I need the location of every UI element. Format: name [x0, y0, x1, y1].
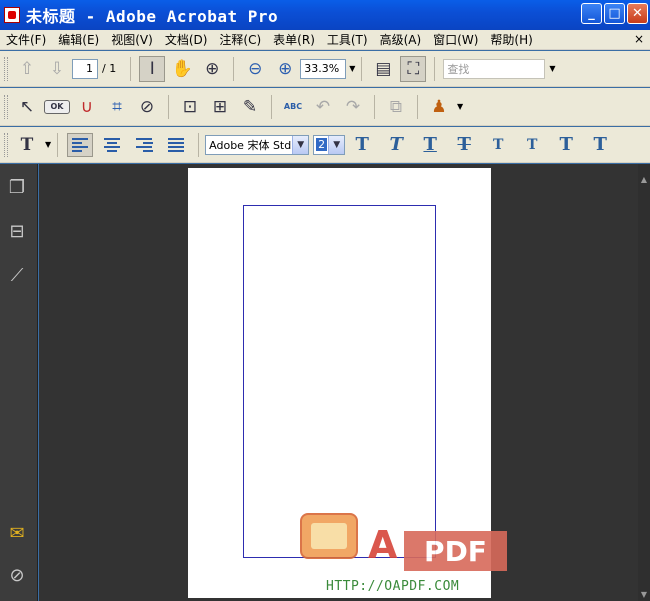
italic-text-icon[interactable]: T	[382, 132, 410, 158]
edit-form-icon[interactable]: ✎	[237, 94, 263, 120]
navigation-panel: ❐ ⊟ ⟋ ✉ ⊘	[0, 164, 38, 601]
align-justify-icon[interactable]	[163, 133, 189, 157]
menu-help[interactable]: 帮助(H)	[484, 31, 538, 48]
zoom-marquee-icon[interactable]: ⊕	[199, 56, 225, 82]
signatures-icon[interactable]: ⟋	[6, 264, 28, 286]
font-size-select[interactable]: 2 ▼	[313, 134, 346, 155]
chevron-down-icon: ▼	[328, 135, 345, 154]
button-tool-icon[interactable]: OK	[44, 94, 70, 120]
comments-icon[interactable]: ✉	[6, 522, 28, 544]
navigation-toolbar: ⇧ ⇩ 1 / 1 I ✋ ⊕ ⊖ ⊕ 33.3% ▼ ▤ ⛶ 查找 ▼	[0, 51, 650, 87]
stamp-dropdown-icon[interactable]: ▼	[457, 102, 463, 111]
find-input[interactable]: 查找	[443, 58, 546, 79]
scroll-up-icon[interactable]: ▲	[638, 172, 650, 186]
touchup-text-icon[interactable]: ∪	[74, 94, 100, 120]
bold-text-icon[interactable]: T	[348, 132, 376, 158]
toolbar-grip[interactable]	[4, 56, 8, 81]
align-center-icon[interactable]	[99, 133, 125, 157]
toolbar-separator	[233, 56, 235, 81]
watermark-url: HTTP://OAPDF.COM	[326, 579, 460, 594]
menu-file[interactable]: 文件(F)	[0, 31, 52, 48]
align-left-icon[interactable]	[67, 132, 94, 157]
menu-tools[interactable]: 工具(T)	[321, 31, 374, 48]
menu-document[interactable]: 文档(D)	[159, 31, 214, 48]
strikethrough-text-icon[interactable]: T	[450, 132, 478, 158]
text-frame[interactable]	[243, 205, 436, 558]
chevron-down-icon: ▼	[292, 135, 309, 154]
folder-icon	[300, 513, 358, 559]
spell-check-icon[interactable]: ABC	[280, 94, 306, 120]
toolbar-grip[interactable]	[4, 132, 8, 157]
zoom-dropdown-icon[interactable]: ▼	[349, 64, 355, 73]
bookmarks-icon[interactable]: ⊟	[6, 220, 28, 242]
text-color-icon[interactable]: T	[14, 132, 40, 158]
window-controls: _ □ ✕	[581, 3, 648, 24]
link-tool-icon[interactable]: ⊘	[134, 94, 160, 120]
forms-toolbar: ↖ OK ∪ ⌗ ⊘ ⊡ ⊞ ✎ ABC ↶ ↷ ⧉ ♟ ▼	[0, 88, 650, 126]
toolbar-separator	[434, 56, 436, 81]
menu-advanced[interactable]: 高级(A)	[374, 31, 428, 48]
select-text-icon[interactable]: I	[139, 55, 166, 82]
underline-text-icon[interactable]: T	[416, 132, 444, 158]
superscript-text-icon[interactable]: T	[484, 132, 512, 158]
title-bar: 未标题 - Adobe Acrobat Pro _ □ ✕	[0, 0, 650, 30]
menu-comments[interactable]: 注释(C)	[213, 31, 267, 48]
character-spacing-icon[interactable]: T	[552, 132, 580, 158]
font-select[interactable]: Adobe 宋体 Std ▼	[205, 134, 310, 155]
toolbar-grip[interactable]	[4, 94, 8, 119]
zoom-out-icon[interactable]: ⊖	[242, 56, 268, 82]
page-total: / 1	[102, 62, 117, 75]
toolbar-separator	[168, 94, 169, 119]
watermark-letter: A	[368, 523, 398, 567]
toolbar-separator	[361, 56, 363, 81]
menu-edit[interactable]: 编辑(E)	[52, 31, 105, 48]
toolbar-separator	[198, 132, 200, 157]
hand-tool-icon[interactable]: ✋	[169, 56, 195, 82]
stamp-icon[interactable]: ♟	[426, 94, 452, 120]
minimize-button[interactable]: _	[581, 3, 602, 24]
find-dropdown-icon[interactable]: ▼	[549, 64, 555, 73]
page-number-input[interactable]: 1	[72, 58, 98, 79]
toolbar-separator	[417, 94, 418, 119]
crop-icon[interactable]: ⌗	[104, 94, 130, 120]
subscript-text-icon[interactable]: T	[518, 132, 546, 158]
scroll-down-icon[interactable]: ▼	[638, 587, 650, 601]
close-button[interactable]: ✕	[627, 3, 648, 24]
watermark-brand: PDF	[404, 531, 507, 571]
previous-page-icon[interactable]: ⇧	[14, 56, 40, 82]
attachments-icon[interactable]: ⊘	[6, 564, 28, 586]
fit-page-icon[interactable]: ⛶	[400, 55, 427, 82]
menu-window[interactable]: 窗口(W)	[427, 31, 484, 48]
menu-view[interactable]: 视图(V)	[105, 31, 159, 48]
vertical-scrollbar[interactable]: ▲ ▼	[638, 164, 650, 601]
toolbar-separator	[374, 94, 375, 119]
copy-icon[interactable]: ⧉	[383, 94, 409, 120]
close-document-icon[interactable]: ×	[634, 32, 644, 46]
toolbar-separator	[271, 94, 272, 119]
toolbar-separator	[130, 56, 132, 81]
text-field-icon[interactable]: ⊡	[177, 94, 203, 120]
text-color-dropdown-icon[interactable]: ▼	[45, 140, 51, 149]
watermark: A PDF HTTP://OAPDF.COM	[300, 513, 510, 601]
toolbar-separator	[57, 132, 59, 157]
zoom-level-input[interactable]: 33.3%	[300, 58, 347, 79]
select-object-icon[interactable]: ↖	[14, 94, 40, 120]
next-page-icon[interactable]: ⇩	[44, 56, 70, 82]
acrobat-app-icon	[4, 7, 20, 23]
menu-bar: 文件(F) 编辑(E) 视图(V) 文档(D) 注释(C) 表单(R) 工具(T…	[0, 30, 650, 50]
align-right-icon[interactable]	[131, 133, 157, 157]
menu-forms[interactable]: 表单(R)	[267, 31, 321, 48]
horizontal-scale-icon[interactable]: T	[586, 132, 614, 158]
pages-icon[interactable]: ❐	[6, 176, 28, 198]
window-title: 未标题 - Adobe Acrobat Pro	[26, 7, 279, 26]
undo-icon[interactable]: ↶	[310, 94, 336, 120]
zoom-in-icon[interactable]: ⊕	[272, 56, 298, 82]
typewriter-toolbar: T ▼ Adobe 宋体 Std ▼ 2 ▼ T T T T T T T T	[0, 127, 650, 163]
text-box-icon[interactable]: ⊞	[207, 94, 233, 120]
redo-icon[interactable]: ↷	[340, 94, 366, 120]
scrolling-mode-icon[interactable]: ▤	[370, 56, 396, 82]
maximize-button[interactable]: □	[604, 3, 625, 24]
